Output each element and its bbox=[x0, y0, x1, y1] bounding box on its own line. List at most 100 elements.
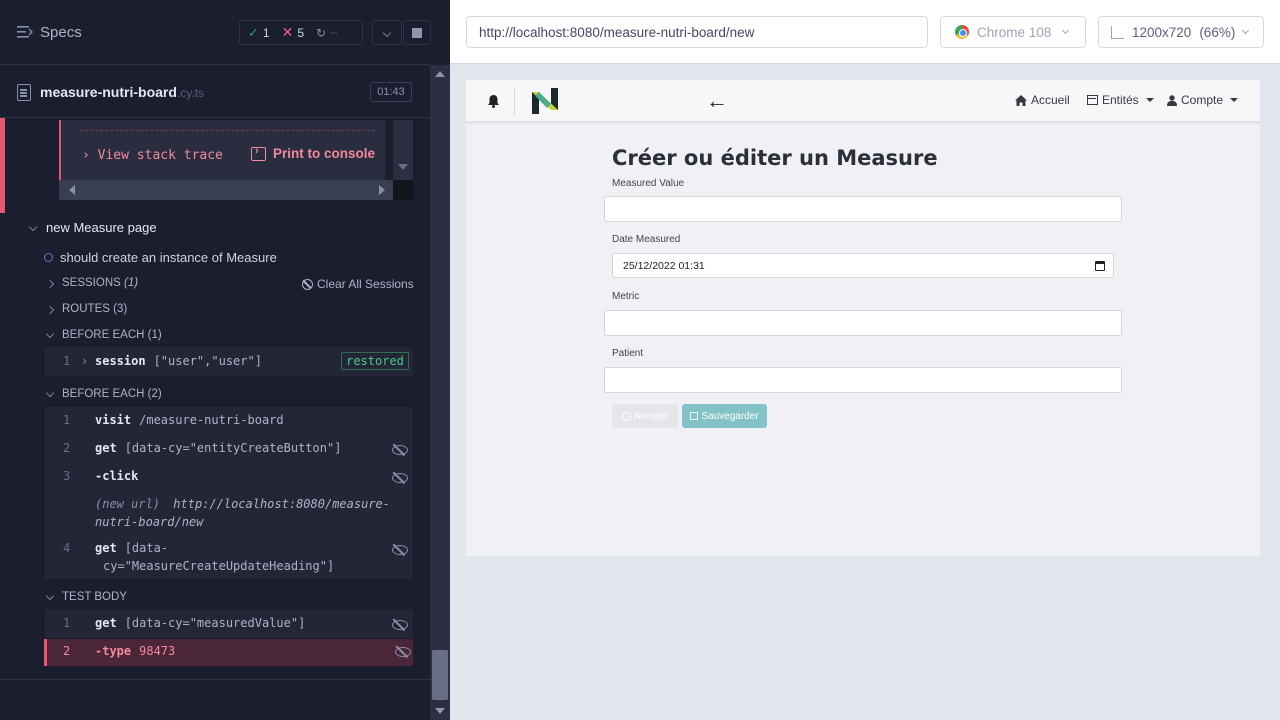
spec-file-name[interactable]: measure-nutri-board.cy.ts bbox=[40, 84, 204, 100]
measured-value-label: Measured Value bbox=[612, 178, 685, 189]
pending-icon: ↻ bbox=[316, 25, 327, 40]
command-arg: cy="MeasureCreateUpdateHeading"] bbox=[103, 559, 335, 573]
sessions-section[interactable]: SESSIONS (1) bbox=[62, 277, 138, 289]
cancel-button[interactable]: Annuler bbox=[612, 404, 678, 428]
zoom-level: (66%) bbox=[1199, 24, 1236, 40]
aut-header: http://localhost:8080/measure-nutri-boar… bbox=[450, 0, 1280, 64]
pending-count: -- bbox=[330, 26, 338, 39]
suite-title[interactable]: new Measure page bbox=[46, 220, 157, 235]
command-number: 1 bbox=[63, 616, 71, 630]
chevron-down-icon bbox=[1062, 26, 1070, 35]
date-value: 25/12/2022 01:31 bbox=[623, 260, 705, 272]
viewport-size: 1200x720 bbox=[1132, 24, 1192, 40]
patient-select[interactable] bbox=[604, 367, 1122, 393]
command-log-scrollbar[interactable] bbox=[430, 65, 450, 720]
command-number: 4 bbox=[63, 541, 71, 555]
status-badge: restored bbox=[341, 352, 409, 370]
log-value: http://localhost:8080/measure- bbox=[173, 497, 391, 511]
scroll-right-arrow-icon[interactable] bbox=[379, 185, 385, 195]
chevron-down-icon[interactable] bbox=[28, 222, 38, 232]
save-icon bbox=[690, 412, 699, 420]
toggle-auto-scroll-button[interactable] bbox=[372, 20, 402, 45]
date-measured-label: Date Measured bbox=[612, 234, 681, 245]
spec-header: measure-nutri-board.cy.ts 01:43 bbox=[0, 65, 430, 118]
command-name: -click bbox=[95, 469, 139, 483]
chevron-right-icon[interactable]: › bbox=[81, 354, 88, 368]
user-icon bbox=[1167, 94, 1177, 106]
back-arrow-icon[interactable]: ← bbox=[706, 90, 728, 112]
file-icon bbox=[17, 84, 31, 101]
url-bar[interactable]: http://localhost:8080/measure-nutri-boar… bbox=[466, 16, 928, 48]
metric-select[interactable] bbox=[604, 310, 1122, 336]
command-arg: ["user","user"] bbox=[153, 354, 262, 368]
error-panel: › View stack trace Print to console bbox=[0, 118, 413, 213]
save-button[interactable]: Sauvegarder bbox=[682, 404, 767, 428]
scroll-up-arrow-icon[interactable] bbox=[435, 71, 445, 77]
specs-list-icon[interactable] bbox=[17, 24, 33, 40]
app-logo[interactable] bbox=[532, 88, 558, 114]
command-arg: 98473 bbox=[139, 644, 176, 658]
browser-selector[interactable]: Chrome 108 bbox=[940, 16, 1086, 48]
command-number: 1 bbox=[63, 413, 71, 427]
chrome-icon bbox=[955, 25, 969, 39]
command-number: 1 bbox=[63, 354, 71, 368]
specs-bar: Specs ✓ 1 ✕ 5 ↻ -- bbox=[0, 0, 431, 65]
divider bbox=[0, 679, 430, 680]
chevron-down-icon[interactable] bbox=[45, 591, 55, 601]
nav-entities-dropdown[interactable]: Entités bbox=[1087, 93, 1154, 107]
scroll-down-arrow-icon[interactable] bbox=[398, 164, 408, 170]
before-each-1-section[interactable]: BEFORE EACH (1) bbox=[62, 329, 162, 341]
eye-slash-icon bbox=[392, 445, 408, 455]
stop-button[interactable] bbox=[403, 20, 431, 45]
view-stack-trace-button[interactable]: › View stack trace bbox=[82, 148, 223, 163]
log-key: (new url) bbox=[95, 497, 161, 511]
chevron-down-icon bbox=[1242, 26, 1250, 35]
before-each-2-section[interactable]: BEFORE EACH (2) bbox=[62, 388, 162, 400]
routes-section[interactable]: ROUTES (3) bbox=[62, 303, 127, 315]
eye-slash-icon bbox=[392, 473, 408, 483]
error-indicator bbox=[0, 118, 5, 213]
nav-home[interactable]: Accueil bbox=[1015, 93, 1070, 107]
home-icon bbox=[1015, 94, 1027, 106]
divider bbox=[80, 130, 375, 131]
failed-command-row[interactable]: 2 -type 98473 bbox=[44, 639, 413, 666]
new-url-log: (new url) http://localhost:8080/measure-… bbox=[95, 495, 395, 531]
horizontal-scrollbar[interactable] bbox=[59, 180, 393, 200]
print-to-console-button[interactable]: Print to console bbox=[251, 145, 375, 161]
viewport-info[interactable]: 1200x720 (66%) bbox=[1098, 16, 1264, 48]
command-arg: [data- bbox=[124, 541, 169, 555]
ban-icon bbox=[302, 278, 313, 290]
test-title[interactable]: should create an instance of Measure bbox=[60, 250, 277, 265]
eye-slash-icon bbox=[392, 545, 408, 555]
command-name: -type 98473 bbox=[95, 644, 176, 658]
command-number: 2 bbox=[63, 441, 71, 455]
command-arg: /measure-nutri-board bbox=[139, 413, 284, 427]
chevron-right-icon[interactable] bbox=[45, 305, 55, 315]
log-value: nutri-board/new bbox=[95, 515, 204, 529]
calendar-icon[interactable] bbox=[1095, 261, 1105, 271]
chevron-right-icon[interactable] bbox=[45, 279, 55, 289]
spec-file-ext: .cy.ts bbox=[176, 86, 205, 100]
scroll-down-arrow-icon[interactable] bbox=[435, 708, 445, 714]
command-log-panel: Specs ✓ 1 ✕ 5 ↻ -- measure-nutri-board.c… bbox=[0, 0, 450, 720]
caret-down-icon bbox=[1230, 98, 1239, 102]
command-name: get [data-cy="measuredValue"] bbox=[95, 616, 306, 630]
command-number: 3 bbox=[63, 469, 71, 483]
test-body-section[interactable]: TEST BODY bbox=[62, 591, 127, 603]
page-title: Créer ou éditer un Measure bbox=[612, 146, 938, 170]
chevron-down-icon[interactable] bbox=[45, 329, 55, 339]
specs-title[interactable]: Specs bbox=[40, 24, 82, 41]
test-stats: ✓ 1 ✕ 5 ↻ -- bbox=[239, 20, 363, 45]
nav-account-dropdown[interactable]: Compte bbox=[1167, 93, 1239, 107]
scroll-thumb[interactable] bbox=[432, 650, 448, 700]
chevron-down-icon[interactable] bbox=[45, 388, 55, 398]
scrollbar-corner bbox=[393, 180, 413, 200]
bell-icon[interactable] bbox=[487, 94, 500, 108]
clear-all-sessions-button[interactable]: Clear All Sessions bbox=[302, 277, 414, 291]
terminal-icon bbox=[251, 145, 266, 161]
app-navbar: ← Accueil Entités Compte bbox=[466, 80, 1260, 122]
scroll-left-arrow-icon[interactable] bbox=[69, 185, 75, 195]
date-measured-input[interactable]: 25/12/2022 01:31 bbox=[612, 253, 1114, 278]
running-spinner-icon bbox=[44, 253, 53, 262]
measured-value-input[interactable] bbox=[604, 196, 1122, 222]
